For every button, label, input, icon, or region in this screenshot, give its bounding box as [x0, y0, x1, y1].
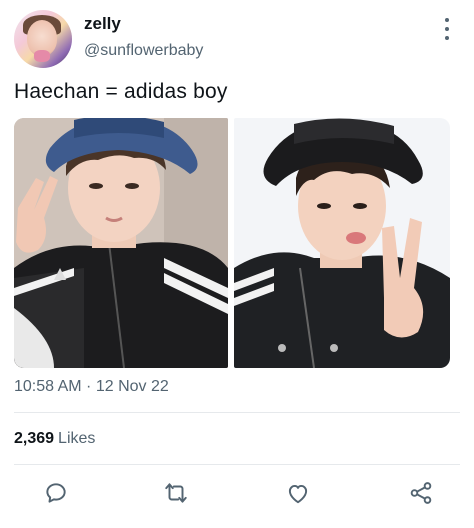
more-dot	[445, 27, 449, 31]
photo-left-illustration	[14, 118, 228, 368]
display-name[interactable]: zelly	[84, 14, 121, 34]
share-button[interactable]	[408, 480, 434, 506]
tweet-timestamp[interactable]: 10:58 AM · 12 Nov 22	[14, 378, 169, 396]
more-dot	[445, 36, 449, 40]
likes-label: Likes	[58, 430, 96, 447]
likes-count: 2,369	[14, 430, 55, 447]
tweet: zelly @sunflowerbaby Haechan = adidas bo…	[0, 0, 474, 528]
user-handle[interactable]: @sunflowerbaby	[84, 42, 203, 60]
reply-icon	[46, 483, 66, 503]
heart-icon	[288, 484, 308, 504]
tweet-photo-left[interactable]	[14, 118, 228, 368]
likes-stat[interactable]: 2,369 Likes	[14, 430, 95, 448]
avatar-hands	[34, 50, 50, 62]
share-icon	[410, 482, 432, 504]
photo-right-illustration	[234, 118, 450, 368]
divider	[14, 412, 460, 413]
retweet-icon	[165, 483, 187, 503]
like-button[interactable]	[285, 480, 311, 506]
tweet-photo-right[interactable]	[234, 118, 450, 368]
avatar[interactable]	[14, 10, 72, 68]
retweet-button[interactable]	[163, 480, 189, 506]
tweet-text: Haechan = adidas boy	[14, 80, 228, 103]
reply-button[interactable]	[43, 480, 69, 506]
more-dot	[445, 18, 449, 22]
divider	[14, 464, 460, 465]
more-options-icon[interactable]	[440, 18, 454, 40]
